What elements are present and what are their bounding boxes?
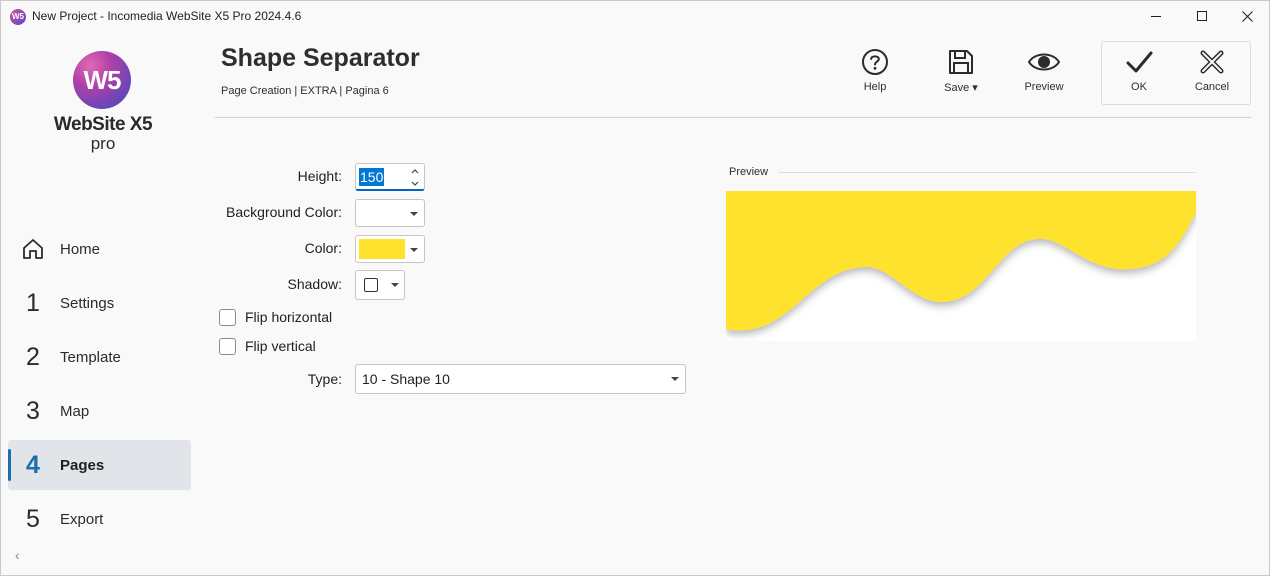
flip-horizontal-label[interactable]: Flip horizontal bbox=[245, 309, 332, 325]
type-label: Type: bbox=[307, 371, 342, 387]
shadow-checkbox[interactable] bbox=[364, 278, 378, 292]
preview-divider bbox=[779, 172, 1196, 173]
save-icon bbox=[949, 50, 973, 74]
sidebar-item-label: Pages bbox=[60, 457, 105, 474]
collapse-sidebar-button[interactable]: ‹ bbox=[15, 547, 20, 563]
cancel-label: Cancel bbox=[1194, 81, 1230, 93]
shape-preview bbox=[726, 191, 1196, 341]
check-icon bbox=[1126, 51, 1153, 73]
sidebar-item-pages[interactable]: 4 Pages bbox=[8, 440, 191, 490]
title-bar: W5 New Project - Incomedia WebSite X5 Pr… bbox=[1, 1, 1269, 32]
logo-edition: pro bbox=[90, 134, 116, 153]
flip-vertical-checkbox[interactable] bbox=[219, 338, 236, 355]
background-color-picker[interactable] bbox=[355, 199, 425, 227]
app-logo: W5 WebSite X5 pro bbox=[41, 49, 165, 159]
sidebar-item-label: Settings bbox=[60, 295, 115, 312]
cancel-button[interactable]: Cancel bbox=[1177, 47, 1247, 103]
shadow-label: Shadow: bbox=[287, 276, 342, 292]
type-select[interactable]: 10 - Shape 10 bbox=[355, 364, 686, 394]
close-window-button[interactable] bbox=[1224, 1, 1270, 32]
close-icon bbox=[1241, 11, 1253, 22]
preview-button[interactable]: Preview bbox=[1009, 47, 1079, 103]
logo-mark: W5 bbox=[73, 51, 131, 109]
wave-shape bbox=[726, 191, 1196, 331]
color-swatch bbox=[359, 239, 405, 259]
sidebar-item-map[interactable]: 3 Map bbox=[8, 386, 191, 436]
flip-horizontal-checkbox[interactable] bbox=[219, 309, 236, 326]
app-window: W5 New Project - Incomedia WebSite X5 Pr… bbox=[0, 0, 1270, 576]
step-number: 5 bbox=[26, 505, 40, 533]
step-number: 2 bbox=[26, 343, 40, 371]
preview-section-label: Preview bbox=[729, 166, 769, 178]
chevron-down-icon bbox=[671, 377, 679, 381]
help-icon bbox=[862, 49, 888, 75]
stepper-down-icon[interactable] bbox=[410, 178, 420, 188]
chevron-down-icon bbox=[410, 248, 418, 252]
minimize-button[interactable] bbox=[1133, 1, 1179, 32]
maximize-icon bbox=[1196, 11, 1207, 21]
save-label: Save ▾ bbox=[944, 82, 978, 94]
preview-label: Preview bbox=[1024, 81, 1064, 93]
page-title: Shape Separator bbox=[221, 44, 420, 72]
logo-name: WebSite X5 bbox=[53, 114, 153, 135]
step-number: 3 bbox=[26, 397, 40, 425]
color-picker[interactable] bbox=[355, 235, 425, 263]
logo-mark-text: W5 bbox=[83, 65, 122, 95]
sidebar-item-label: Template bbox=[60, 349, 121, 366]
breadcrumb: Page Creation | EXTRA | Pagina 6 bbox=[221, 85, 389, 97]
height-stepper[interactable]: 150 bbox=[355, 163, 425, 191]
ok-label: OK bbox=[1131, 81, 1147, 93]
chevron-down-icon bbox=[410, 212, 418, 216]
minimize-icon bbox=[1150, 16, 1161, 17]
save-button[interactable]: Save ▾ bbox=[926, 47, 996, 103]
cancel-icon bbox=[1200, 50, 1224, 74]
height-label: Height: bbox=[297, 168, 342, 184]
background-color-label: Background Color: bbox=[226, 204, 342, 220]
header-divider bbox=[215, 117, 1251, 118]
maximize-button[interactable] bbox=[1179, 1, 1225, 32]
sidebar-item-home[interactable]: Home bbox=[8, 224, 191, 274]
step-number: 1 bbox=[26, 289, 40, 317]
sidebar-item-label: Home bbox=[60, 241, 101, 258]
ok-button[interactable]: OK bbox=[1104, 47, 1174, 103]
shadow-picker[interactable] bbox=[355, 270, 405, 300]
type-selected-value: 10 - Shape 10 bbox=[362, 371, 450, 387]
window-title: New Project - Incomedia WebSite X5 Pro 2… bbox=[32, 9, 302, 23]
sidebar-item-settings[interactable]: 1 Settings bbox=[8, 278, 191, 328]
stepper-up-icon[interactable] bbox=[410, 167, 420, 177]
home-icon bbox=[23, 239, 43, 259]
sidebar-item-label: Map bbox=[60, 403, 90, 420]
eye-icon bbox=[1027, 53, 1061, 71]
chevron-down-icon bbox=[391, 283, 399, 287]
sidebar-nav: Home 1 Settings 2 Template 3 Map 4 Pages… bbox=[8, 224, 191, 548]
sidebar-item-template[interactable]: 2 Template bbox=[8, 332, 191, 382]
help-label: Help bbox=[863, 81, 887, 93]
background-color-swatch bbox=[359, 203, 405, 223]
sidebar-item-export[interactable]: 5 Export bbox=[8, 494, 191, 544]
sidebar-item-label: Export bbox=[60, 511, 104, 528]
step-number: 4 bbox=[26, 451, 40, 479]
height-value[interactable]: 150 bbox=[359, 168, 385, 186]
shape-preview-graphic bbox=[726, 191, 1196, 331]
help-button[interactable]: Help bbox=[840, 47, 910, 103]
color-label: Color: bbox=[304, 240, 342, 256]
app-icon: W5 bbox=[10, 9, 26, 25]
flip-vertical-label[interactable]: Flip vertical bbox=[245, 338, 316, 354]
